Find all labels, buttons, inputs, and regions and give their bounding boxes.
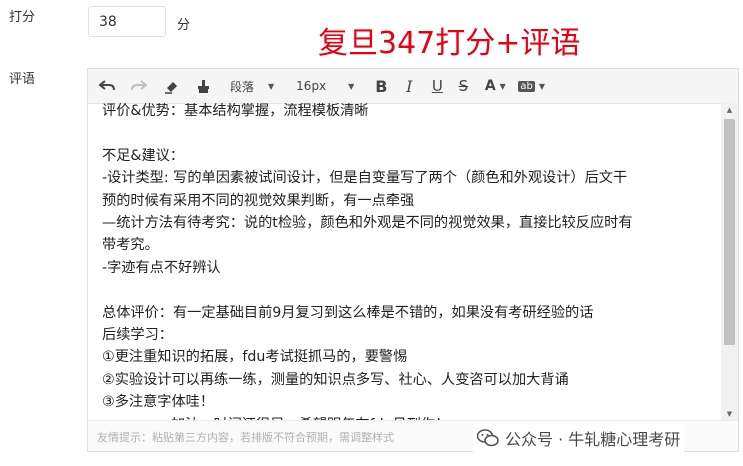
banner-title: 复旦347打分+评语 — [318, 26, 581, 61]
chevron-down-icon: ▼ — [538, 81, 545, 91]
comment-line: ②实验设计可以再练一练，测量的知识点多写、社心、人变咨可以加大背诵 — [102, 371, 569, 388]
scroll-down-arrow-icon[interactable]: ▼ — [721, 407, 738, 421]
background-color-button[interactable]: ab ▼ — [518, 74, 545, 98]
comment-line: -字迹有点不好辨认 — [102, 259, 221, 276]
font-color-button[interactable]: A ▼ — [484, 74, 506, 98]
comment-line: —统计方法有待考究：说的t检验，颜色和外观是不同的视觉效果，直接比较反应时有 — [102, 215, 633, 232]
chevron-down-icon: ▼ — [268, 81, 275, 91]
editor-content[interactable]: 评价&优势：基本结构掌握，流程模板清晰 不足&建议： -设计类型: 写的单因素被试间… — [102, 103, 716, 421]
paragraph-select-value: 段落 — [230, 79, 255, 94]
score-input[interactable] — [88, 6, 166, 37]
comment-line: 后续学习： — [102, 327, 173, 344]
score-unit: 分 — [177, 18, 191, 33]
editor-scrollbar[interactable]: ▲ ▼ — [721, 103, 738, 421]
strikethrough-button[interactable]: S — [452, 74, 474, 98]
comment-label: 评语 — [9, 72, 36, 87]
redo-icon[interactable] — [128, 74, 150, 98]
font-color-label: A — [484, 78, 496, 94]
watermark: 公众号 · 牛轧糖心理考研 — [473, 424, 685, 452]
comment-line: 预的时候有采用不同的视觉效果判断，有一点牵强 — [102, 192, 415, 209]
underline-button[interactable]: U — [426, 74, 448, 98]
wechat-logo-icon — [476, 429, 499, 447]
italic-button[interactable]: I — [398, 74, 420, 98]
scroll-up-arrow-icon[interactable]: ▲ — [721, 103, 738, 117]
comment-line: 带考究。 — [102, 237, 159, 254]
scrollbar-thumb[interactable] — [724, 119, 735, 345]
comment-line: ①更注重知识的拓展，fdu考试挺抓马的，要警惕 — [102, 349, 408, 366]
rich-text-editor[interactable]: 段落 ▼ 16px ▼ B I U S A ▼ ab ▼ 评价&优势：基本结构掌… — [87, 68, 739, 452]
chevron-down-icon: ▼ — [348, 81, 355, 91]
font-size-select[interactable]: 16px ▼ — [296, 74, 354, 98]
comment-line: ③多注意字体哇！ — [102, 394, 215, 411]
bold-button[interactable]: B — [370, 74, 392, 98]
comment-line: -设计类型: 写的单因素被试间设计，但是自变量写了两个（颜色和外观设计）后文干 — [102, 170, 628, 187]
comment-line: 评价&优势：基本结构掌握，流程模板清晰 — [102, 103, 369, 119]
score-label: 打分 — [9, 10, 36, 25]
font-size-select-value: 16px — [296, 79, 327, 93]
paragraph-select[interactable]: 段落 ▼ — [230, 74, 274, 98]
comment-line: 总体评价：有一定基础目前9月复习到这么棒是不错的，如果没有考研经验的话 — [102, 304, 594, 321]
undo-icon[interactable] — [96, 74, 118, 98]
eraser-icon[interactable] — [160, 74, 182, 98]
watermark-text: 公众号 · 牛轧糖心理考研 — [505, 430, 681, 449]
chevron-down-icon: ▼ — [499, 81, 506, 91]
paste-hint: 友情提示：粘贴第三方内容，若排版不符合预期，需调整样式 — [97, 431, 394, 444]
editor-toolbar: 段落 ▼ 16px ▼ B I U S A ▼ ab ▼ — [88, 69, 738, 104]
format-painter-icon[interactable] — [192, 74, 214, 98]
comment-line: 不足&建议： — [102, 147, 185, 164]
background-color-label: ab — [518, 80, 535, 92]
